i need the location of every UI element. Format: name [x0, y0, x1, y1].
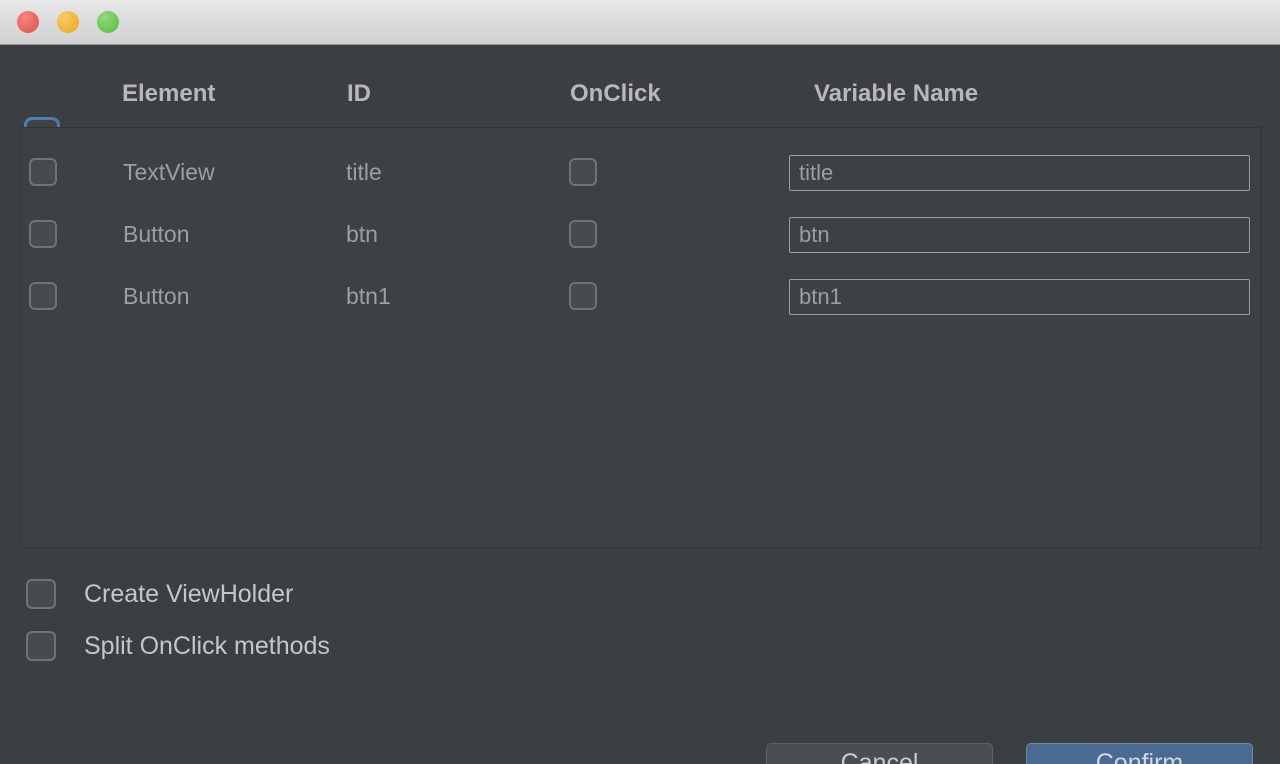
row-variable-name-input[interactable] [789, 155, 1250, 191]
row-variable-name-input[interactable] [789, 279, 1250, 315]
column-header-onclick: OnClick [570, 80, 661, 107]
minimize-window-icon[interactable] [57, 11, 79, 33]
row-onclick-checkbox[interactable] [569, 158, 597, 186]
option-label: Create ViewHolder [84, 580, 294, 608]
create-viewholder-checkbox[interactable] [26, 579, 56, 609]
row-select-checkbox[interactable] [29, 282, 57, 310]
row-element-label: Button [123, 283, 190, 309]
cancel-button[interactable]: Cancel [766, 743, 993, 764]
row-onclick-checkbox[interactable] [569, 282, 597, 310]
column-header-variable-name: Variable Name [814, 80, 979, 107]
row-id-label: btn [346, 221, 378, 247]
elements-table: TextView title Button btn Button btn1 [20, 127, 1261, 548]
row-element-label: Button [123, 221, 190, 247]
dialog-window: Element ID OnClick Variable Name TextVie… [0, 0, 1280, 764]
row-id-label: btn1 [346, 283, 391, 309]
split-onclick-methods-checkbox[interactable] [26, 631, 56, 661]
maximize-window-icon[interactable] [97, 11, 119, 33]
table-row[interactable]: TextView title [21, 141, 1260, 203]
column-header-id: ID [347, 80, 371, 107]
row-select-checkbox[interactable] [29, 220, 57, 248]
close-window-icon[interactable] [17, 11, 39, 33]
column-header-element: Element [122, 80, 216, 107]
row-select-checkbox[interactable] [29, 158, 57, 186]
window-controls [17, 11, 119, 33]
row-variable-name-input[interactable] [789, 217, 1250, 253]
window-titlebar [0, 0, 1280, 45]
table-header: Element ID OnClick Variable Name [0, 68, 1280, 120]
row-id-label: title [346, 159, 382, 185]
table-row[interactable]: Button btn1 [21, 265, 1260, 327]
row-onclick-checkbox[interactable] [569, 220, 597, 248]
confirm-button[interactable]: Confirm [1026, 743, 1253, 764]
row-element-label: TextView [123, 159, 215, 185]
table-row[interactable]: Button btn [21, 203, 1260, 265]
dialog-body: Element ID OnClick Variable Name TextVie… [0, 45, 1280, 764]
option-label: Split OnClick methods [84, 632, 330, 660]
